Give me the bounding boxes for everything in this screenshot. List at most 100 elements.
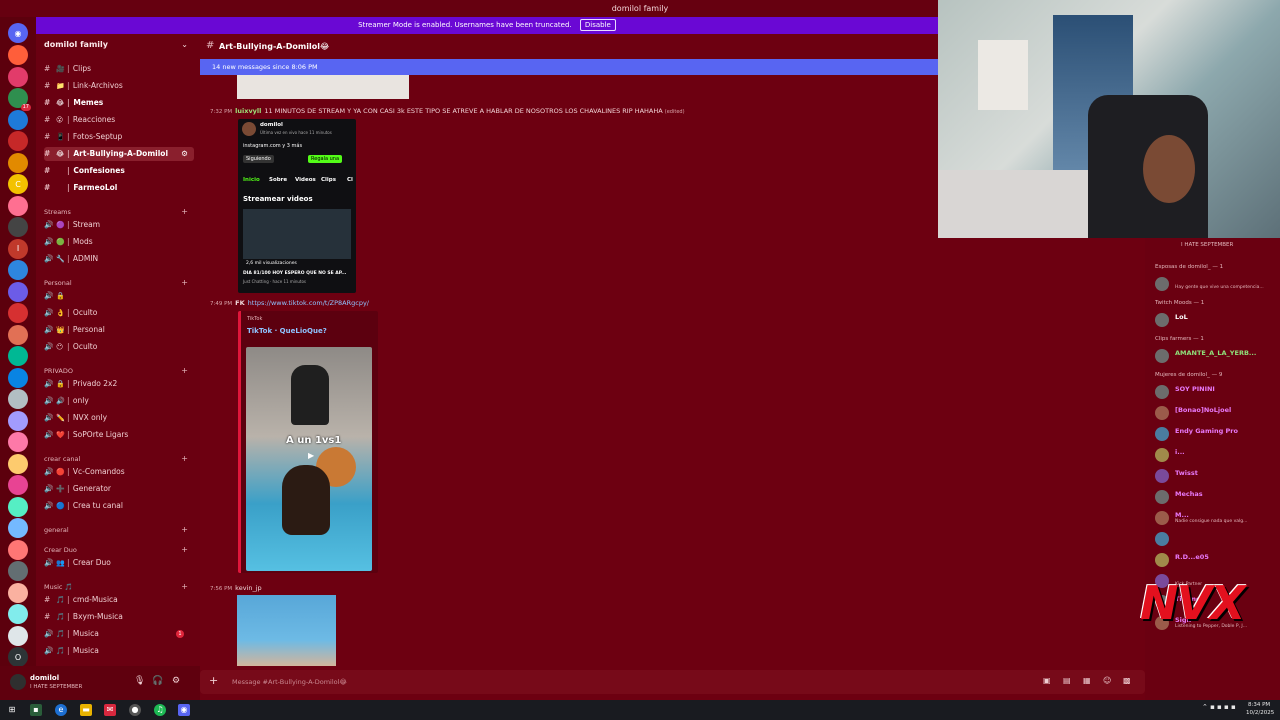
member-item[interactable]: [Bonao]NoLjoel — [1155, 405, 1280, 421]
channel-item[interactable]: 🔊 🟢 | Mods — [44, 235, 194, 249]
server-icon[interactable] — [8, 432, 28, 452]
category-header[interactable]: crear canal — [44, 455, 80, 463]
new-messages-bar[interactable]: 14 new messages since 8:06 PM — [200, 59, 938, 75]
clock-time[interactable]: 8:34 PM — [1248, 702, 1270, 708]
server-icon[interactable] — [8, 260, 28, 280]
channel-item[interactable]: 🔊 ➕ | Generator — [44, 482, 194, 496]
message-composer[interactable]: + Message #Art-Bullying-A-Domilol😂 ▣ ▤ ▦… — [200, 670, 1145, 694]
server-icon[interactable] — [8, 45, 28, 65]
category-header[interactable]: Crear Duo — [44, 546, 77, 554]
sticker-icon[interactable]: ▦ — [1083, 676, 1091, 685]
add-channel-icon[interactable]: + — [181, 366, 188, 375]
add-channel-icon[interactable]: + — [181, 525, 188, 534]
server-icon[interactable] — [8, 496, 28, 517]
message-input[interactable]: Message #Art-Bullying-A-Domilol😂 — [232, 678, 347, 686]
obs-icon[interactable]: ● — [129, 704, 141, 716]
channel-item[interactable]: # 📁 | Link-Archivos — [44, 79, 194, 93]
channel-item[interactable]: 🔊 🎵 | Musica 1 — [44, 627, 194, 641]
channel-item[interactable]: 🔊 😶 | Oculto — [44, 340, 194, 354]
server-icon[interactable] — [8, 281, 28, 302]
channel-item[interactable]: 🔊 🔴 | Vc-Comandos — [44, 465, 194, 479]
message-link[interactable]: https://www.tiktok.com/t/ZP8ARgcpy/ — [248, 299, 369, 307]
server-icon[interactable] — [8, 561, 28, 581]
channel-item[interactable]: 🔊 🔧 | ADMIN — [44, 252, 194, 266]
channel-item[interactable]: 🔊 ❤️ | SoPOrte Ligars — [44, 428, 194, 442]
server-icon[interactable] — [8, 217, 28, 237]
channel-item[interactable]: 🔊 🎵 | Musica — [44, 644, 194, 658]
windows-start-icon[interactable]: ⊞ — [6, 704, 18, 716]
image-attachment[interactable] — [237, 595, 336, 666]
embed-title[interactable]: TikTok · QueLioQue? — [247, 327, 327, 335]
channel-item[interactable]: # 📱 | Fotos-Septup — [44, 130, 194, 144]
avatar[interactable] — [10, 674, 26, 690]
image-attachment-screenshot[interactable]: domilol Última vez en vivo hace 11 minut… — [238, 119, 356, 293]
spotify-icon[interactable]: ♫ — [154, 704, 166, 716]
message-author[interactable]: kevin_jp — [235, 584, 262, 592]
microphone-icon[interactable]: 🎙 — [134, 676, 145, 686]
category-header[interactable]: Music 🎵 — [44, 583, 73, 591]
add-channel-icon[interactable]: + — [181, 278, 188, 287]
mail-icon[interactable]: ✉ — [104, 704, 116, 716]
gear-icon[interactable]: ⚙ — [181, 147, 188, 161]
message-author[interactable]: luixvyll — [235, 107, 261, 115]
add-channel-icon[interactable]: + — [181, 454, 188, 463]
gear-icon[interactable]: ⚙ — [172, 676, 180, 686]
member-item[interactable]: i... — [1155, 447, 1280, 463]
category-header[interactable]: PRIVADO — [44, 367, 73, 375]
add-channel-icon[interactable]: + — [181, 582, 188, 591]
server-icon[interactable]: 17 — [8, 88, 31, 111]
channel-item[interactable]: 🔊 🔒 | Privado 2x2 — [44, 377, 194, 391]
discord-logo-icon[interactable]: ◉ — [8, 23, 28, 43]
member-item[interactable] — [1155, 531, 1280, 547]
category-header[interactable]: Personal — [44, 279, 72, 287]
server-icon[interactable] — [8, 475, 28, 495]
channel-item[interactable]: 🔊 👌 | Oculto — [44, 306, 194, 320]
server-icon[interactable] — [8, 518, 28, 538]
emoji-icon[interactable]: ☺ — [1103, 676, 1111, 685]
channel-item[interactable]: 🔊 👥 | Crear Duo — [44, 556, 194, 570]
tray-icons[interactable]: ⌃ ▪ ▪ ▪ ▪ — [1202, 703, 1236, 711]
member-item[interactable]: Endy Gaming Pro — [1155, 426, 1280, 442]
category-header[interactable]: Streams — [44, 208, 71, 216]
server-icon[interactable] — [8, 131, 28, 151]
clock-date[interactable]: 10/2/2025 — [1246, 710, 1274, 716]
channel-item[interactable]: # 😮 | Reacciones — [44, 113, 194, 127]
plus-icon[interactable]: + — [209, 674, 218, 687]
server-icon[interactable]: C — [8, 174, 28, 194]
folder-icon[interactable]: ▬ — [80, 704, 92, 716]
channel-item[interactable]: 🔊 🟣 | Stream — [44, 218, 194, 232]
guild-name[interactable]: domilol family — [44, 40, 108, 49]
edge-icon[interactable]: e — [55, 704, 67, 716]
embed-thumbnail[interactable]: A un 1vs1 ▶ — [246, 347, 372, 571]
app-icon[interactable]: ▪ — [30, 704, 42, 716]
channel-item[interactable]: # 🎵 | Bxym-Musica — [44, 610, 194, 624]
message-author[interactable]: FK — [235, 299, 244, 307]
category-header[interactable]: general — [44, 526, 69, 534]
channel-item[interactable]: 🔊 ✏️ | NVX only — [44, 411, 194, 425]
server-icon[interactable] — [8, 152, 28, 173]
disable-streamer-mode-button[interactable]: Disable — [579, 19, 616, 31]
server-icon[interactable]: I — [8, 238, 28, 259]
gift-icon[interactable]: ▣ — [1043, 676, 1051, 685]
channel-item[interactable]: # 😂 | Art-Bullying-A-Domilol ⚙ — [44, 147, 194, 161]
channel-item[interactable]: 🔊 🔊 | only — [44, 394, 194, 408]
channel-item[interactable]: 🔊 🔵 | Crea tu canal — [44, 499, 194, 513]
server-icon[interactable] — [8, 324, 28, 345]
channel-item[interactable]: # 🎥 | Clips — [44, 62, 194, 76]
play-icon[interactable]: ▶ — [308, 451, 314, 460]
channel-item[interactable]: # | Confesiones — [44, 164, 194, 178]
member-item[interactable]: R.D...e05 — [1155, 552, 1280, 568]
server-icon[interactable] — [8, 539, 28, 560]
server-icon[interactable] — [8, 367, 28, 388]
add-channel-icon[interactable]: + — [181, 545, 188, 554]
channel-item[interactable]: # 😂 | Memes — [44, 96, 194, 110]
server-icon[interactable] — [8, 195, 28, 216]
server-icon[interactable] — [8, 625, 28, 646]
apps-icon[interactable]: ▩ — [1123, 676, 1131, 685]
channel-item[interactable]: # | FarmeoLol — [44, 181, 194, 195]
server-icon[interactable] — [8, 109, 28, 130]
server-icon[interactable] — [8, 410, 28, 431]
member-item[interactable]: SOY PININI — [1155, 384, 1280, 400]
member-item[interactable]: LoL — [1155, 312, 1280, 328]
server-icon[interactable] — [8, 66, 28, 87]
